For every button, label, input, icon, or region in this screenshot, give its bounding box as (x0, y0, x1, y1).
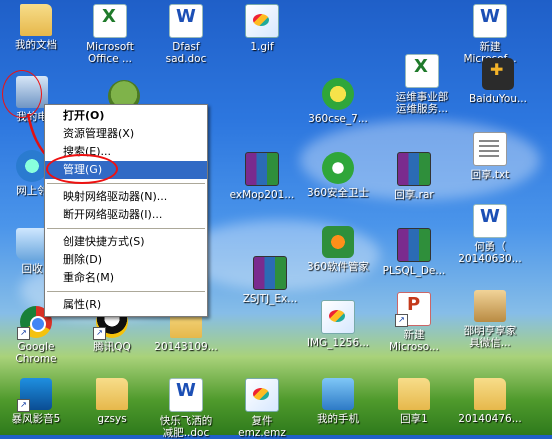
menu-item-open[interactable]: 打开(O) (45, 107, 207, 125)
icon-label: 回享1 (400, 413, 428, 425)
menu-item-explorer[interactable]: 资源管理器(X) (45, 125, 207, 143)
shortcut-arrow-icon: ↗ (17, 327, 30, 340)
annotation-circle-manage (46, 154, 118, 184)
archive-icon (397, 228, 431, 262)
context-menu: 打开(O) 资源管理器(X) 搜索(E)... 管理(G) 映射网络驱动器(N)… (44, 104, 208, 317)
desktop-icon-gzsys[interactable]: gzsys (74, 378, 150, 425)
menu-separator (47, 291, 205, 292)
archive-icon (245, 152, 279, 186)
icon-label: 我的手机 (317, 413, 359, 425)
icon-label: 20140476... (458, 413, 522, 425)
lock-app-icon (482, 58, 514, 90)
icon-label: exMop201... (229, 189, 295, 201)
360-browser-icon (322, 78, 354, 110)
icon-label: Microsoft Office ... (86, 41, 134, 65)
word-doc-icon (169, 4, 203, 38)
icon-label: 回享.txt (470, 169, 510, 181)
shortcut-arrow-icon: ↗ (93, 327, 106, 340)
desktop-icon-ops-service[interactable]: 运维事业部 运维服务... (384, 54, 460, 115)
desktop-icon-shaoming[interactable]: 邵明亨享家 具微信... (452, 290, 528, 349)
desktop-icon-new-microsoft[interactable]: 新建 Microsof... (452, 4, 528, 65)
menu-item-map-network-drive[interactable]: 映射网络驱动器(N)... (45, 188, 207, 206)
desktop-icon-fujian-emz[interactable]: 复件 emz.emz (224, 378, 300, 439)
desktop-icon-dfasf-doc[interactable]: Dfasf sad.doc (148, 4, 224, 65)
desktop-icon-heyong-doc[interactable]: 何勇（ 20140630... (452, 204, 528, 265)
menu-item-rename[interactable]: 重命名(M) (45, 269, 207, 287)
excel-icon (93, 4, 127, 38)
menu-item-delete[interactable]: 删除(D) (45, 251, 207, 269)
icon-label: IMG_1256... (306, 337, 370, 349)
icon-label: 360cse_7... (308, 113, 368, 125)
folder-icon (96, 378, 128, 410)
shortcut-arrow-icon: ↗ (395, 314, 408, 327)
icon-label: 回享.rar (394, 189, 434, 201)
360-software-manager-icon (322, 226, 354, 258)
shortcut-arrow-icon: ↗ (17, 399, 30, 412)
icon-label: 360软件管家 (306, 261, 370, 273)
icon-label: 20143109... (154, 341, 218, 353)
icon-label: 腾讯QQ (93, 341, 131, 353)
desktop-icon-baiduyou[interactable]: BaiduYou... (460, 58, 536, 105)
text-file-icon (473, 132, 507, 166)
icon-label: 1.gif (250, 41, 274, 53)
desktop-icon-huixiang-rar[interactable]: 回享.rar (376, 152, 452, 201)
icon-label: 暴风影音5 (11, 413, 61, 425)
desktop-icon-huixiang1[interactable]: 回享1 (376, 378, 452, 425)
desktop-icon-my-phone[interactable]: 我的手机 (300, 378, 376, 425)
desktop-icon-360-safe[interactable]: 360安全卫士 (300, 152, 376, 199)
desktop-icon-huixiang-txt[interactable]: 回享.txt (452, 132, 528, 181)
powerpoint-icon: ↗ (395, 292, 431, 327)
video-player-icon: ↗ (17, 378, 52, 412)
folder-icon (20, 4, 52, 36)
desktop-icon-1-gif[interactable]: 1.gif (224, 4, 300, 53)
desktop-icon-new-ppt[interactable]: ↗ 新建 Microso... (376, 292, 452, 353)
desktop-icon-plsql[interactable]: PLSQL_De... (376, 228, 452, 277)
folder-icon (398, 378, 430, 410)
menu-item-create-shortcut[interactable]: 创建快捷方式(S) (45, 233, 207, 251)
icon-label: 快乐飞洒的 减肥..doc (159, 415, 213, 439)
desktop-icon-360-software[interactable]: 360软件管家 (300, 226, 376, 273)
icon-label: 邵明亨享家 具微信... (463, 325, 517, 349)
menu-item-properties[interactable]: 属性(R) (45, 296, 207, 314)
icon-label: Google Chrome (15, 341, 57, 365)
image-file-icon (245, 4, 279, 38)
archive-icon (397, 152, 431, 186)
excel-icon (405, 54, 439, 88)
icon-label: 360安全卫士 (306, 187, 370, 199)
desktop-icon-my-documents[interactable]: 我的文档 (0, 4, 74, 51)
word-doc-icon (169, 378, 203, 412)
desktop-icon-kuaile-doc[interactable]: 快乐飞洒的 减肥..doc (148, 378, 224, 439)
icon-label: 我的文档 (15, 39, 57, 51)
image-file-icon (321, 300, 355, 334)
icon-label: gzsys (97, 413, 127, 425)
icon-label: 新建 Microso... (389, 329, 439, 353)
archive-icon (253, 256, 287, 290)
word-doc-icon (473, 204, 507, 238)
desktop-icon-microsoft-office[interactable]: Microsoft Office ... (72, 4, 148, 65)
icon-label: 何勇（ 20140630... (458, 241, 522, 265)
icon-label: ZSJTJ_Ex... (242, 293, 298, 305)
word-doc-icon (473, 4, 507, 38)
icon-label: 复件 emz.emz (238, 415, 286, 439)
desktop-icon-exmop[interactable]: exMop201... (224, 152, 300, 201)
icon-label: 运维事业部 运维服务... (395, 91, 449, 115)
menu-item-disconnect-network-drive[interactable]: 断开网络驱动器(I)... (45, 206, 207, 224)
phone-icon (322, 378, 354, 410)
desktop-icon-baofeng[interactable]: ↗ 暴风影音5 (0, 378, 74, 425)
image-file-icon (245, 378, 279, 412)
package-icon (474, 290, 506, 322)
desktop-icon-img-1256[interactable]: IMG_1256... (300, 300, 376, 349)
desktop-icon-20140476[interactable]: 20140476... (452, 378, 528, 425)
icon-label: PLSQL_De... (382, 265, 446, 277)
icon-label: BaiduYou... (469, 93, 527, 105)
desktop-icon-360cse[interactable]: 360cse_7... (300, 78, 376, 125)
menu-separator (47, 228, 205, 229)
icon-label: Dfasf sad.doc (165, 41, 207, 65)
desktop-icon-zsjtj[interactable]: ZSJTJ_Ex... (232, 256, 308, 305)
folder-icon (474, 378, 506, 410)
360-safe-icon (322, 152, 354, 184)
